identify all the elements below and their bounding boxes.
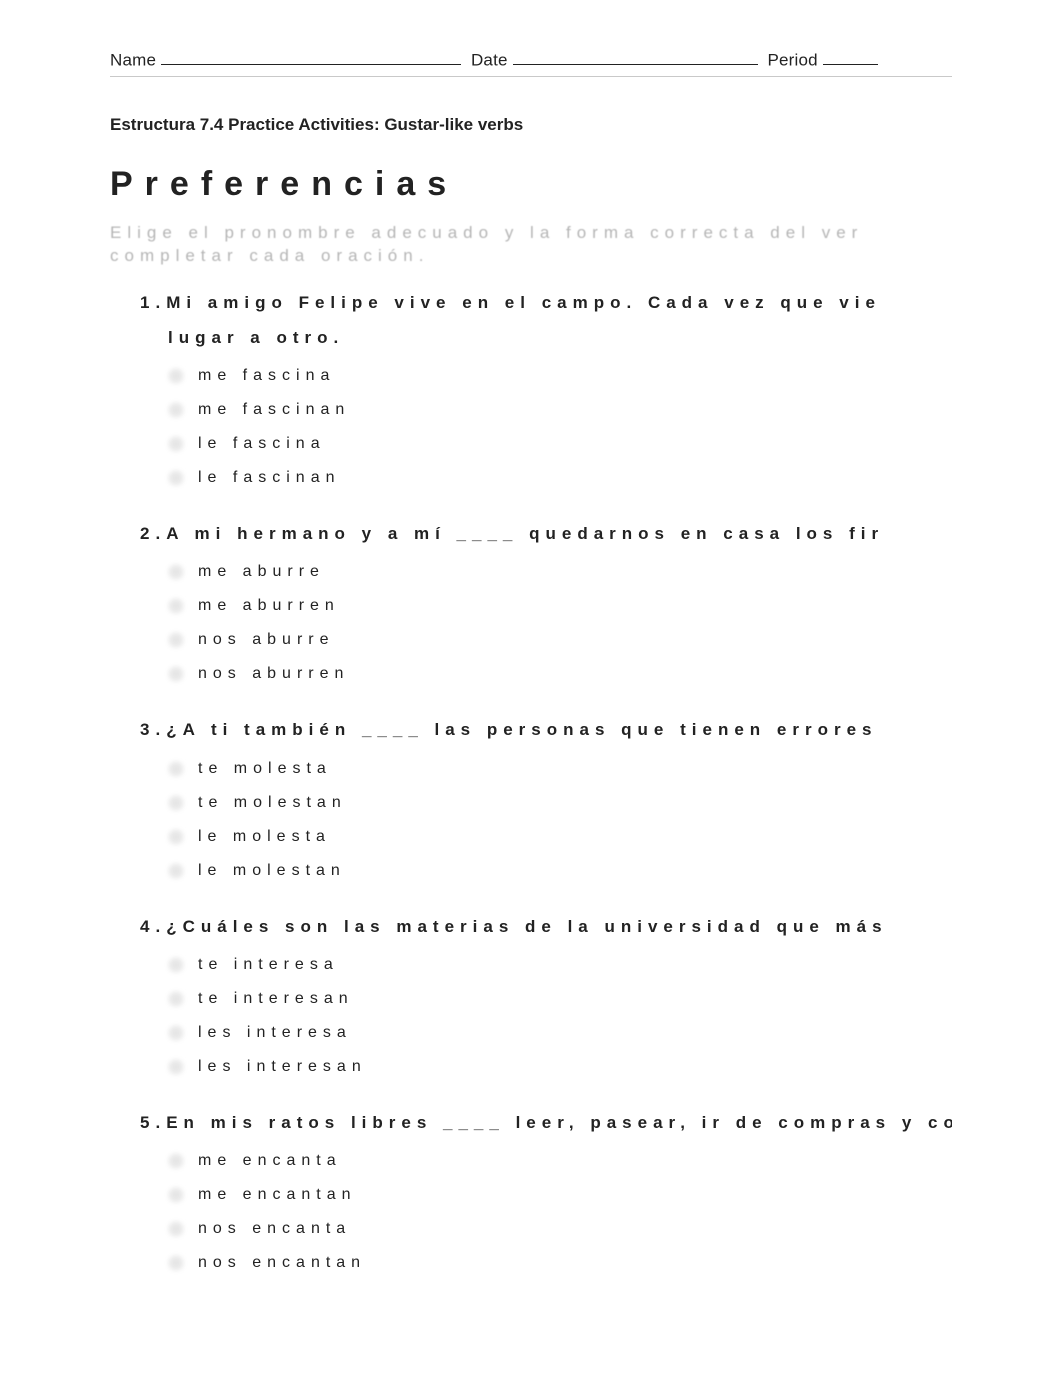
header-divider [110, 76, 952, 77]
radio-icon [168, 991, 184, 1007]
radio-icon [168, 598, 184, 614]
choice-label: nos aburre [198, 631, 335, 649]
choice-option[interactable]: le fascinan [168, 461, 952, 495]
choice-option[interactable]: te molestan [168, 786, 952, 820]
choice-label: me encanta [198, 1152, 342, 1170]
question-5: 5.En mis ratos libres ____ leer, pasear,… [140, 1110, 952, 1280]
radio-icon [168, 1025, 184, 1041]
choice-option[interactable]: nos aburre [168, 623, 952, 657]
choice-option[interactable]: les interesa [168, 1016, 952, 1050]
radio-icon [168, 761, 184, 777]
radio-icon [168, 863, 184, 879]
radio-icon [168, 795, 184, 811]
radio-icon [168, 368, 184, 384]
choice-option[interactable]: les interesan [168, 1050, 952, 1084]
choice-label: les interesa [198, 1024, 352, 1042]
choice-label: le molesta [198, 828, 331, 846]
radio-icon [168, 1153, 184, 1169]
choice-label: me aburren [198, 597, 340, 615]
choice-option[interactable]: te molesta [168, 752, 952, 786]
choice-label: les interesan [198, 1058, 367, 1076]
question-text: 1.Mi amigo Felipe vive en el campo. Cada… [140, 290, 952, 316]
choice-label: te molestan [198, 794, 347, 812]
question-1: 1.Mi amigo Felipe vive en el campo. Cada… [140, 290, 952, 495]
choice-label: nos encantan [198, 1254, 366, 1272]
choice-option[interactable]: nos encanta [168, 1212, 952, 1246]
question-list: 1.Mi amigo Felipe vive en el campo. Cada… [110, 290, 952, 1280]
radio-icon [168, 436, 184, 452]
question-text: 4.¿Cuáles son las materias de la univers… [140, 914, 952, 940]
worksheet-header: Name Date Period [110, 50, 952, 70]
choice-option[interactable]: me encantan [168, 1178, 952, 1212]
radio-icon [168, 632, 184, 648]
choice-option[interactable]: le molestan [168, 854, 952, 888]
choice-label: le molestan [198, 862, 346, 880]
radio-icon [168, 1187, 184, 1203]
question-text: 3.¿A ti también ____ las personas que ti… [140, 717, 952, 743]
choice-label: le fascina [198, 435, 326, 453]
choice-option[interactable]: me fascina [168, 359, 952, 393]
question-text: 2.A mi hermano y a mí ____ quedarnos en … [140, 521, 952, 547]
period-blank[interactable] [823, 50, 878, 65]
question-2: 2.A mi hermano y a mí ____ quedarnos en … [140, 521, 952, 691]
choice-option[interactable]: me aburren [168, 589, 952, 623]
choice-label: le fascinan [198, 469, 341, 487]
radio-icon [168, 1255, 184, 1271]
choice-label: nos encanta [198, 1220, 351, 1238]
question-4: 4.¿Cuáles son las materias de la univers… [140, 914, 952, 1084]
radio-icon [168, 829, 184, 845]
choice-option[interactable]: me fascinan [168, 393, 952, 427]
choice-label: me fascina [198, 367, 335, 385]
activity-subheading: Estructura 7.4 Practice Activities: Gust… [110, 115, 952, 135]
choice-label: me encantan [198, 1186, 357, 1204]
question-3: 3.¿A ti también ____ las personas que ti… [140, 717, 952, 887]
choice-option[interactable]: nos aburren [168, 657, 952, 691]
radio-icon [168, 470, 184, 486]
choice-option[interactable]: le molesta [168, 820, 952, 854]
question-text-line2: lugar a otro. [140, 325, 952, 351]
radio-icon [168, 666, 184, 682]
choice-option[interactable]: le fascina [168, 427, 952, 461]
radio-icon [168, 564, 184, 580]
date-label: Date [471, 50, 508, 69]
radio-icon [168, 957, 184, 973]
instructions-text: Elige el pronombre adecuado y la forma c… [110, 222, 952, 268]
choice-option[interactable]: nos encantan [168, 1246, 952, 1280]
radio-icon [168, 1221, 184, 1237]
radio-icon [168, 402, 184, 418]
name-label: Name [110, 50, 156, 69]
choice-option[interactable]: me aburre [168, 555, 952, 589]
choice-option[interactable]: te interesan [168, 982, 952, 1016]
choice-label: te interesan [198, 990, 354, 1008]
choice-label: nos aburren [198, 665, 349, 683]
choice-option[interactable]: te interesa [168, 948, 952, 982]
choice-label: te interesa [198, 956, 339, 974]
choice-option[interactable]: me encanta [168, 1144, 952, 1178]
period-label: Period [767, 50, 817, 69]
page-title: Preferencias [110, 165, 952, 204]
date-blank[interactable] [513, 50, 758, 65]
name-blank[interactable] [161, 50, 461, 65]
choice-label: me fascinan [198, 401, 350, 419]
choice-label: me aburre [198, 563, 325, 581]
choice-label: te molesta [198, 760, 332, 778]
question-text: 5.En mis ratos libres ____ leer, pasear,… [140, 1110, 952, 1136]
radio-icon [168, 1059, 184, 1075]
